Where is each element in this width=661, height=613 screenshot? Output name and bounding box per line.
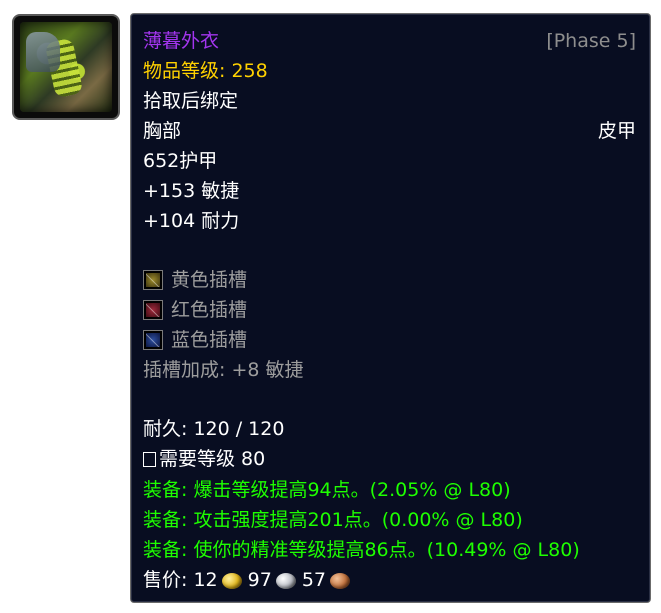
- item-tooltip: 薄暮外衣 [Phase 5] 物品等级: 258 拾取后绑定 胸部 皮甲 652…: [130, 13, 651, 603]
- slot-row: 胸部 皮甲: [143, 116, 636, 146]
- equip-effect: 装备: 攻击强度提高201点。(0.00% @ L80): [143, 509, 523, 531]
- socket-bonus: 插槽加成: +8 敏捷: [143, 359, 304, 381]
- gold-coin-icon: [221, 573, 242, 589]
- chest-armor-icon: [20, 22, 112, 112]
- item-name: 薄暮外衣: [143, 30, 220, 52]
- copper-amount: 57: [301, 569, 327, 591]
- required-level: 需要等级 80: [159, 448, 266, 470]
- silver-coin-icon: [275, 573, 296, 589]
- item-icon-frame[interactable]: [12, 14, 120, 120]
- equip-effect: 装备: 爆击等级提高94点。(2.05% @ L80): [143, 479, 511, 501]
- item-title-row: 薄暮外衣 [Phase 5]: [143, 26, 636, 56]
- socket-red: 红色插槽: [143, 295, 636, 325]
- silver-amount: 97: [247, 569, 272, 591]
- armor-value: 652护甲: [143, 150, 218, 172]
- phase-label: [Phase 5]: [546, 30, 636, 52]
- socket-label: 蓝色插槽: [171, 329, 248, 351]
- red-socket-icon: [143, 300, 163, 320]
- stat-agility: +153 敏捷: [143, 180, 240, 202]
- bind-type: 拾取后绑定: [143, 90, 239, 112]
- sell-price-label: 售价:: [143, 569, 188, 591]
- durability: 耐久: 120 / 120: [143, 418, 285, 440]
- stat-stamina: +104 耐力: [143, 210, 240, 232]
- checkbox-icon: [143, 452, 156, 467]
- socket-label: 黄色插槽: [171, 269, 248, 291]
- gold-amount: 12: [193, 569, 218, 591]
- item-level: 物品等级: 258: [143, 60, 268, 82]
- required-level-row: 需要等级 80: [143, 444, 636, 474]
- yellow-socket-icon: [143, 270, 163, 290]
- socket-blue: 蓝色插槽: [143, 325, 636, 355]
- socket-label: 红色插槽: [171, 299, 248, 321]
- sell-price-row: 售价: 12 97 57: [143, 565, 636, 595]
- equip-effect: 装备: 使你的精准等级提高86点。(10.49% @ L80): [143, 539, 580, 561]
- item-slot: 胸部: [143, 120, 182, 142]
- copper-coin-icon: [330, 573, 351, 589]
- blue-socket-icon: [143, 330, 163, 350]
- socket-yellow: 黄色插槽: [143, 265, 636, 295]
- armor-type: 皮甲: [597, 120, 636, 142]
